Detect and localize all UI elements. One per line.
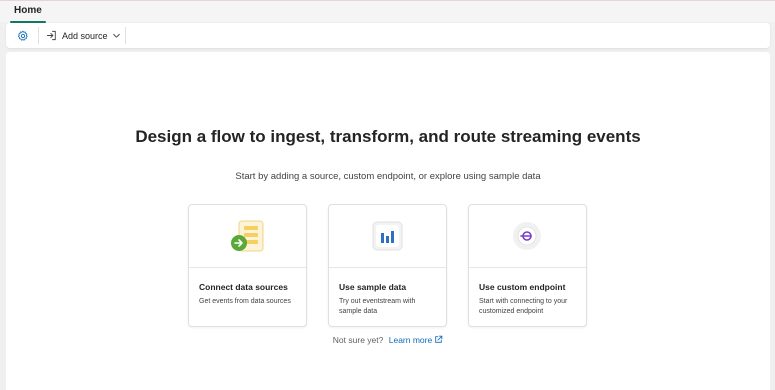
tab-home-label: Home bbox=[14, 5, 42, 16]
card-description: Start with connecting to your customized… bbox=[479, 298, 568, 315]
connect-data-sources-card[interactable]: Connect data sources Get events from dat… bbox=[188, 204, 307, 327]
toolbar-divider bbox=[125, 27, 126, 44]
chevron-down-icon bbox=[112, 33, 120, 38]
card-description: Get events from data sources bbox=[199, 298, 291, 305]
database-connect-icon bbox=[231, 220, 264, 252]
main-canvas: Design a flow to ingest, transform, and … bbox=[6, 52, 770, 390]
settings-button[interactable] bbox=[12, 23, 34, 48]
learn-more-label: Learn more bbox=[388, 335, 433, 345]
add-source-button[interactable]: Add source bbox=[46, 23, 121, 48]
endpoint-icon bbox=[513, 222, 541, 250]
external-link-icon bbox=[435, 335, 443, 343]
footer-prefix: Not sure yet? bbox=[332, 335, 384, 345]
card-illustration bbox=[329, 205, 446, 268]
tab-home[interactable]: Home bbox=[10, 4, 46, 23]
sign-in-arrow-icon bbox=[46, 30, 56, 41]
card-title: Use sample data bbox=[339, 282, 407, 292]
toolbar-divider bbox=[38, 27, 39, 44]
use-custom-endpoint-card[interactable]: Use custom endpoint Start with connectin… bbox=[468, 204, 587, 327]
card-title: Connect data sources bbox=[199, 282, 288, 292]
card-title: Use custom endpoint bbox=[479, 282, 566, 292]
page-subtitle: Start by adding a source, custom endpoin… bbox=[235, 171, 541, 182]
card-illustration bbox=[189, 205, 306, 268]
card-description: Try out eventstream with sample data bbox=[339, 298, 416, 315]
add-source-label: Add source bbox=[62, 30, 108, 41]
learn-more-line: Not sure yet? Learn more bbox=[6, 335, 770, 345]
top-tab-bar: Home bbox=[0, 0, 775, 23]
toolbar: Add source bbox=[6, 23, 770, 48]
use-sample-data-card[interactable]: Use sample data Try out eventstream with… bbox=[328, 204, 447, 327]
gear-icon bbox=[17, 30, 28, 41]
page-title: Design a flow to ingest, transform, and … bbox=[135, 127, 641, 146]
learn-more-link[interactable]: Learn more bbox=[389, 335, 443, 345]
card-illustration bbox=[469, 205, 586, 268]
bar-chart-icon bbox=[372, 221, 403, 251]
